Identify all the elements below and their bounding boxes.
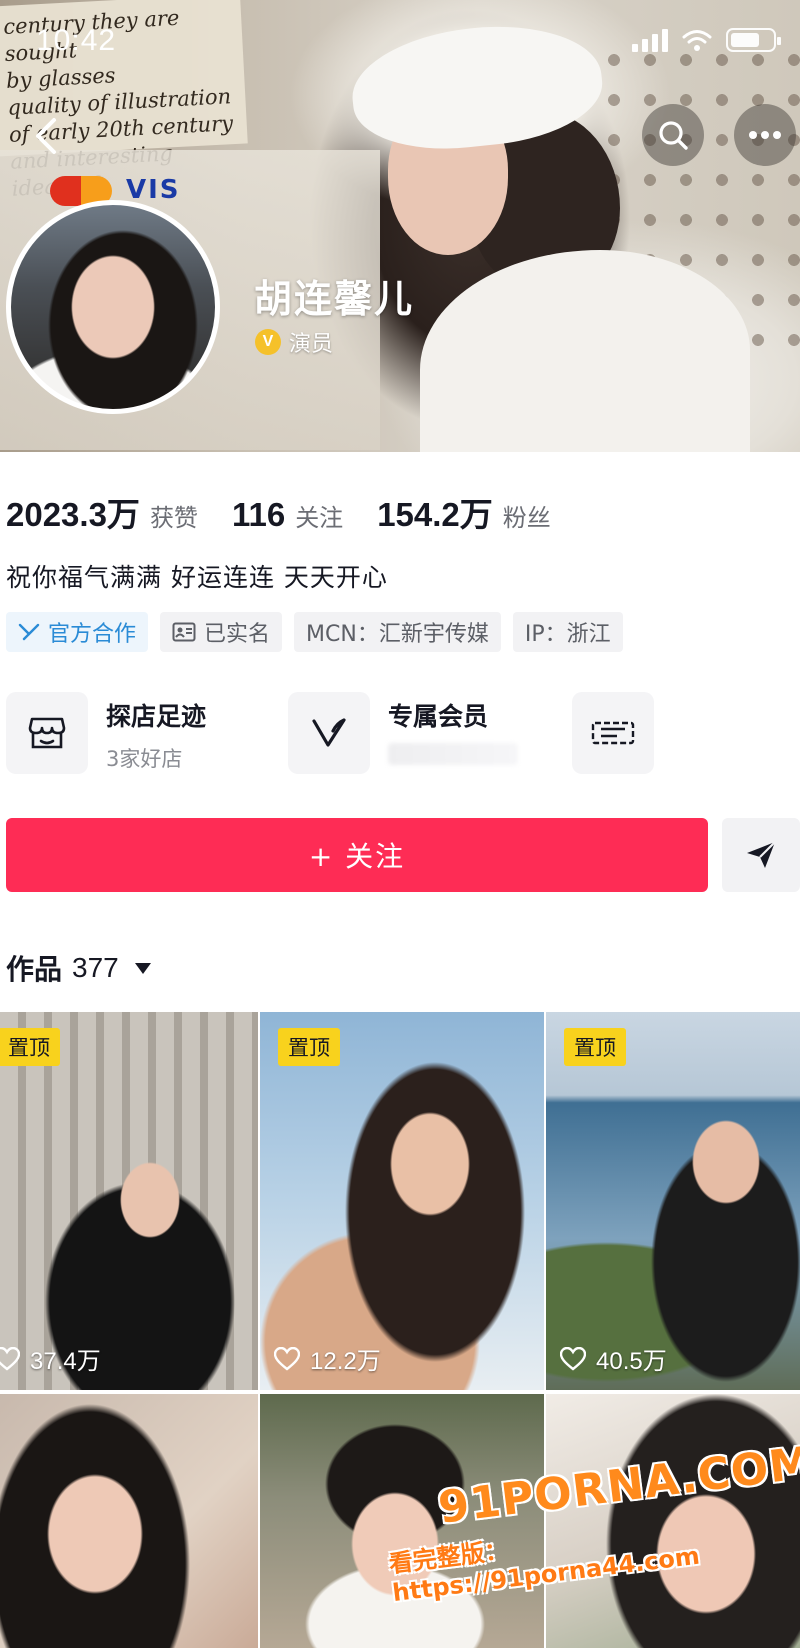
stat-followers[interactable]: 154.2万 粉丝 xyxy=(377,488,551,536)
more-button[interactable] xyxy=(734,104,796,166)
caret-down-icon xyxy=(134,962,151,974)
verified-badge: V 演员 xyxy=(255,326,333,358)
id-card-icon xyxy=(172,622,196,642)
pinned-badge: 置顶 xyxy=(564,1028,626,1066)
stat-following[interactable]: 116 关注 xyxy=(232,496,343,534)
video-thumbnail[interactable]: 置顶 37.4万 xyxy=(0,1012,258,1390)
tag-real-name[interactable]: 已实名 xyxy=(160,612,283,652)
tag-label: 已实名 xyxy=(204,622,271,647)
share-icon xyxy=(747,841,776,868)
shortcut-title: 专属会员 xyxy=(388,702,489,731)
works-title: 作品 xyxy=(6,953,63,986)
shortcut-extra[interactable] xyxy=(572,692,654,774)
stat-label: 粉丝 xyxy=(502,504,551,532)
video-thumbnail[interactable] xyxy=(0,1394,258,1648)
heart-icon xyxy=(0,1346,20,1371)
status-time: 10:42 xyxy=(36,24,117,57)
works-count: 377 xyxy=(72,952,119,983)
status-bar: 10:42 xyxy=(0,0,800,90)
like-count-value: 37.4万 xyxy=(30,1348,101,1375)
video-thumbnail[interactable]: 置顶 12.2万 xyxy=(260,1012,544,1390)
stat-value: 116 xyxy=(231,496,286,533)
tag-label: IP：浙江 xyxy=(524,622,611,647)
pinned-badge: 置顶 xyxy=(0,1028,60,1066)
search-icon xyxy=(659,121,688,150)
more-icon xyxy=(749,131,781,139)
like-count-value: 12.2万 xyxy=(310,1348,381,1375)
stat-value: 154.2万 xyxy=(377,496,493,533)
tag-ip: IP：浙江 xyxy=(512,612,623,652)
back-icon xyxy=(36,118,56,154)
signal-icon xyxy=(632,29,668,52)
shortcut-subtitle: 3家好店 xyxy=(106,747,183,771)
back-button[interactable] xyxy=(18,108,74,164)
like-count: 12.2万 xyxy=(274,1341,381,1376)
avatar[interactable] xyxy=(6,200,220,414)
shop-icon xyxy=(591,721,635,745)
pinned-badge: 置顶 xyxy=(278,1028,340,1066)
blurred-subtitle xyxy=(388,743,518,765)
handshake-icon xyxy=(18,623,40,641)
shortcut-vip[interactable]: 专属会员 xyxy=(288,692,518,774)
like-count: 37.4万 xyxy=(0,1341,101,1376)
works-tab[interactable]: 作品 377 xyxy=(6,948,151,988)
battery-icon xyxy=(726,28,781,52)
heart-icon xyxy=(274,1346,300,1371)
search-button[interactable] xyxy=(642,104,704,166)
tag-label: MCN：汇新宇传媒 xyxy=(306,622,489,647)
tag-mcn[interactable]: MCN：汇新宇传媒 xyxy=(294,612,501,652)
follow-button[interactable]: + 关注 xyxy=(6,818,708,892)
like-count-value: 40.5万 xyxy=(596,1348,667,1375)
stat-value: 2023.3万 xyxy=(6,496,140,533)
store-icon xyxy=(28,717,66,749)
nickname: 胡连馨儿 xyxy=(254,277,415,321)
profile-stats: 2023.3万 获赞 116 关注 154.2万 粉丝 xyxy=(6,488,585,536)
tag-official[interactable]: 官方合作 xyxy=(6,612,149,652)
shortcut-title: 探店足迹 xyxy=(106,702,207,731)
heart-icon xyxy=(560,1346,586,1371)
video-thumbnail[interactable]: 置顶 40.5万 xyxy=(546,1012,800,1390)
verified-icon: V xyxy=(255,329,281,355)
shortcut-store-visits[interactable]: 探店足迹 3家好店 xyxy=(6,692,206,774)
stat-label: 获赞 xyxy=(149,504,198,532)
verify-label: 演员 xyxy=(289,332,334,357)
like-count: 40.5万 xyxy=(560,1341,667,1376)
wifi-icon xyxy=(682,30,712,51)
tag-label: 官方合作 xyxy=(48,622,137,647)
profile-tags: 官方合作 已实名 MCN：汇新宇传媒 IP：浙江 xyxy=(6,612,623,652)
stat-likes[interactable]: 2023.3万 获赞 xyxy=(6,488,198,536)
stat-label: 关注 xyxy=(295,504,344,532)
bio: 祝你福气满满 好运连连 天天开心 xyxy=(6,563,388,592)
share-button[interactable] xyxy=(722,818,800,892)
vip-icon xyxy=(312,718,346,747)
